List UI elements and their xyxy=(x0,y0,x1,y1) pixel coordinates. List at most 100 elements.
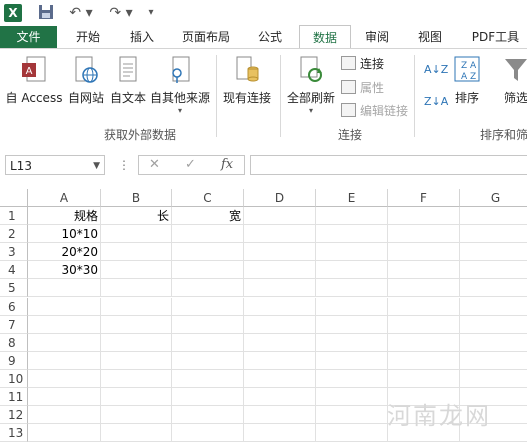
tab-formulas[interactable]: 公式 xyxy=(248,26,292,48)
cell-g7[interactable] xyxy=(460,316,527,334)
cell-b7[interactable] xyxy=(101,315,172,334)
cell-c12[interactable] xyxy=(172,406,244,425)
cell-d8[interactable] xyxy=(244,333,316,352)
cell-g9[interactable] xyxy=(460,352,527,370)
column-header-f[interactable]: F xyxy=(388,189,460,207)
cell-b5[interactable] xyxy=(101,279,172,298)
cell-a13[interactable] xyxy=(28,424,101,443)
cell-c8[interactable] xyxy=(172,333,244,352)
cell-a12[interactable] xyxy=(28,406,101,425)
cell-e12[interactable] xyxy=(316,406,388,425)
cell-d4[interactable] xyxy=(244,261,316,280)
name-box[interactable]: L13 ▼ xyxy=(5,155,105,175)
cell-c1[interactable]: 宽 xyxy=(172,207,244,225)
cell-d3[interactable] xyxy=(244,243,316,262)
column-header-d[interactable]: D xyxy=(244,189,316,207)
enter-icon[interactable]: ✓ xyxy=(185,156,196,174)
cell-a8[interactable] xyxy=(28,333,101,352)
cell-f2[interactable] xyxy=(388,225,460,244)
tab-page-layout[interactable]: 页面布局 xyxy=(174,26,238,48)
cell-d6[interactable] xyxy=(244,297,316,316)
row-header-6[interactable]: 6 xyxy=(0,297,28,316)
tab-pdf-tools[interactable]: PDF工具 xyxy=(464,26,527,48)
cell-d7[interactable] xyxy=(244,315,316,334)
row-header-8[interactable]: 8 xyxy=(0,333,28,352)
save-icon[interactable] xyxy=(38,4,54,22)
cell-c5[interactable] xyxy=(172,279,244,298)
cell-f1[interactable] xyxy=(388,207,460,225)
properties-button[interactable]: 属性 xyxy=(341,79,384,97)
from-web-button[interactable]: 自网站 xyxy=(66,55,106,106)
from-other-sources-button[interactable]: 自其他来源 ▾ xyxy=(148,55,212,115)
cell-e13[interactable] xyxy=(316,424,388,443)
row-header-9[interactable]: 9 xyxy=(0,351,28,370)
cell-a7[interactable] xyxy=(28,315,101,334)
tab-data[interactable]: 数据 xyxy=(299,25,351,50)
cell-b1[interactable]: 长 xyxy=(101,207,172,225)
cell-b6[interactable] xyxy=(101,297,172,316)
select-all-corner[interactable] xyxy=(0,189,28,207)
row-header-13[interactable]: 13 xyxy=(0,424,28,443)
cell-a10[interactable] xyxy=(28,369,101,388)
cell-b4[interactable] xyxy=(101,261,172,280)
column-header-g[interactable]: G xyxy=(460,189,527,207)
row-header-1[interactable]: 1 xyxy=(0,207,28,225)
cell-c6[interactable] xyxy=(172,297,244,316)
refresh-all-button[interactable]: 全部刷新 ▾ xyxy=(284,55,338,115)
undo-icon[interactable]: ↶ ▾ xyxy=(66,4,96,22)
edit-links-button[interactable]: 编辑链接 xyxy=(341,102,408,120)
cell-b2[interactable] xyxy=(101,225,172,244)
cell-e7[interactable] xyxy=(316,315,388,334)
cell-g1[interactable] xyxy=(460,207,527,225)
cell-e6[interactable] xyxy=(316,297,388,316)
cell-b8[interactable] xyxy=(101,333,172,352)
cell-d11[interactable] xyxy=(244,388,316,406)
cell-f5[interactable] xyxy=(388,279,460,298)
cell-f3[interactable] xyxy=(388,243,460,262)
cell-e11[interactable] xyxy=(316,388,388,406)
cell-c3[interactable] xyxy=(172,243,244,262)
column-header-e[interactable]: E xyxy=(316,189,388,207)
cell-a4[interactable]: 30*30 xyxy=(28,261,101,280)
from-access-button[interactable]: A 自 Access xyxy=(4,55,64,106)
cell-a9[interactable] xyxy=(28,351,101,370)
cell-f7[interactable] xyxy=(388,315,460,334)
cell-c10[interactable] xyxy=(172,369,244,388)
cell-f4[interactable] xyxy=(388,261,460,280)
cell-a11[interactable] xyxy=(28,388,101,406)
cell-d2[interactable] xyxy=(244,225,316,244)
row-header-4[interactable]: 4 xyxy=(0,261,28,280)
from-text-button[interactable]: 自文本 xyxy=(108,55,148,106)
customize-qat-icon[interactable]: ▾ xyxy=(144,4,158,22)
cell-e4[interactable] xyxy=(316,261,388,280)
cell-e5[interactable] xyxy=(316,279,388,298)
cell-g10[interactable] xyxy=(460,370,527,388)
cell-b11[interactable] xyxy=(101,388,172,406)
cell-e8[interactable] xyxy=(316,333,388,352)
sort-descending-button[interactable]: Z↓A xyxy=(424,93,448,111)
cell-g8[interactable] xyxy=(460,334,527,352)
cell-b3[interactable] xyxy=(101,243,172,262)
filter-button[interactable]: 筛选 xyxy=(496,55,527,106)
cell-g4[interactable] xyxy=(460,261,527,280)
redo-icon[interactable]: ↷ ▾ xyxy=(106,4,136,22)
cell-c9[interactable] xyxy=(172,351,244,370)
cell-a5[interactable] xyxy=(28,279,101,298)
row-header-11[interactable]: 11 xyxy=(0,388,28,406)
column-header-b[interactable]: B xyxy=(101,189,172,207)
cell-a1[interactable]: 规格 xyxy=(28,207,101,225)
insert-function-icon[interactable]: fx xyxy=(221,156,233,174)
cell-f8[interactable] xyxy=(388,333,460,352)
tab-view[interactable]: 视图 xyxy=(408,26,452,48)
cell-e9[interactable] xyxy=(316,351,388,370)
connections-button[interactable]: 连接 xyxy=(341,55,384,73)
cell-d1[interactable] xyxy=(244,207,316,225)
column-header-c[interactable]: C xyxy=(172,189,244,207)
row-header-5[interactable]: 5 xyxy=(0,279,28,298)
cell-b10[interactable] xyxy=(101,369,172,388)
row-header-12[interactable]: 12 xyxy=(0,406,28,425)
chevron-down-icon[interactable]: ▼ xyxy=(93,156,100,176)
column-header-a[interactable]: A xyxy=(28,189,101,207)
cell-g3[interactable] xyxy=(460,243,527,262)
cell-g2[interactable] xyxy=(460,225,527,244)
